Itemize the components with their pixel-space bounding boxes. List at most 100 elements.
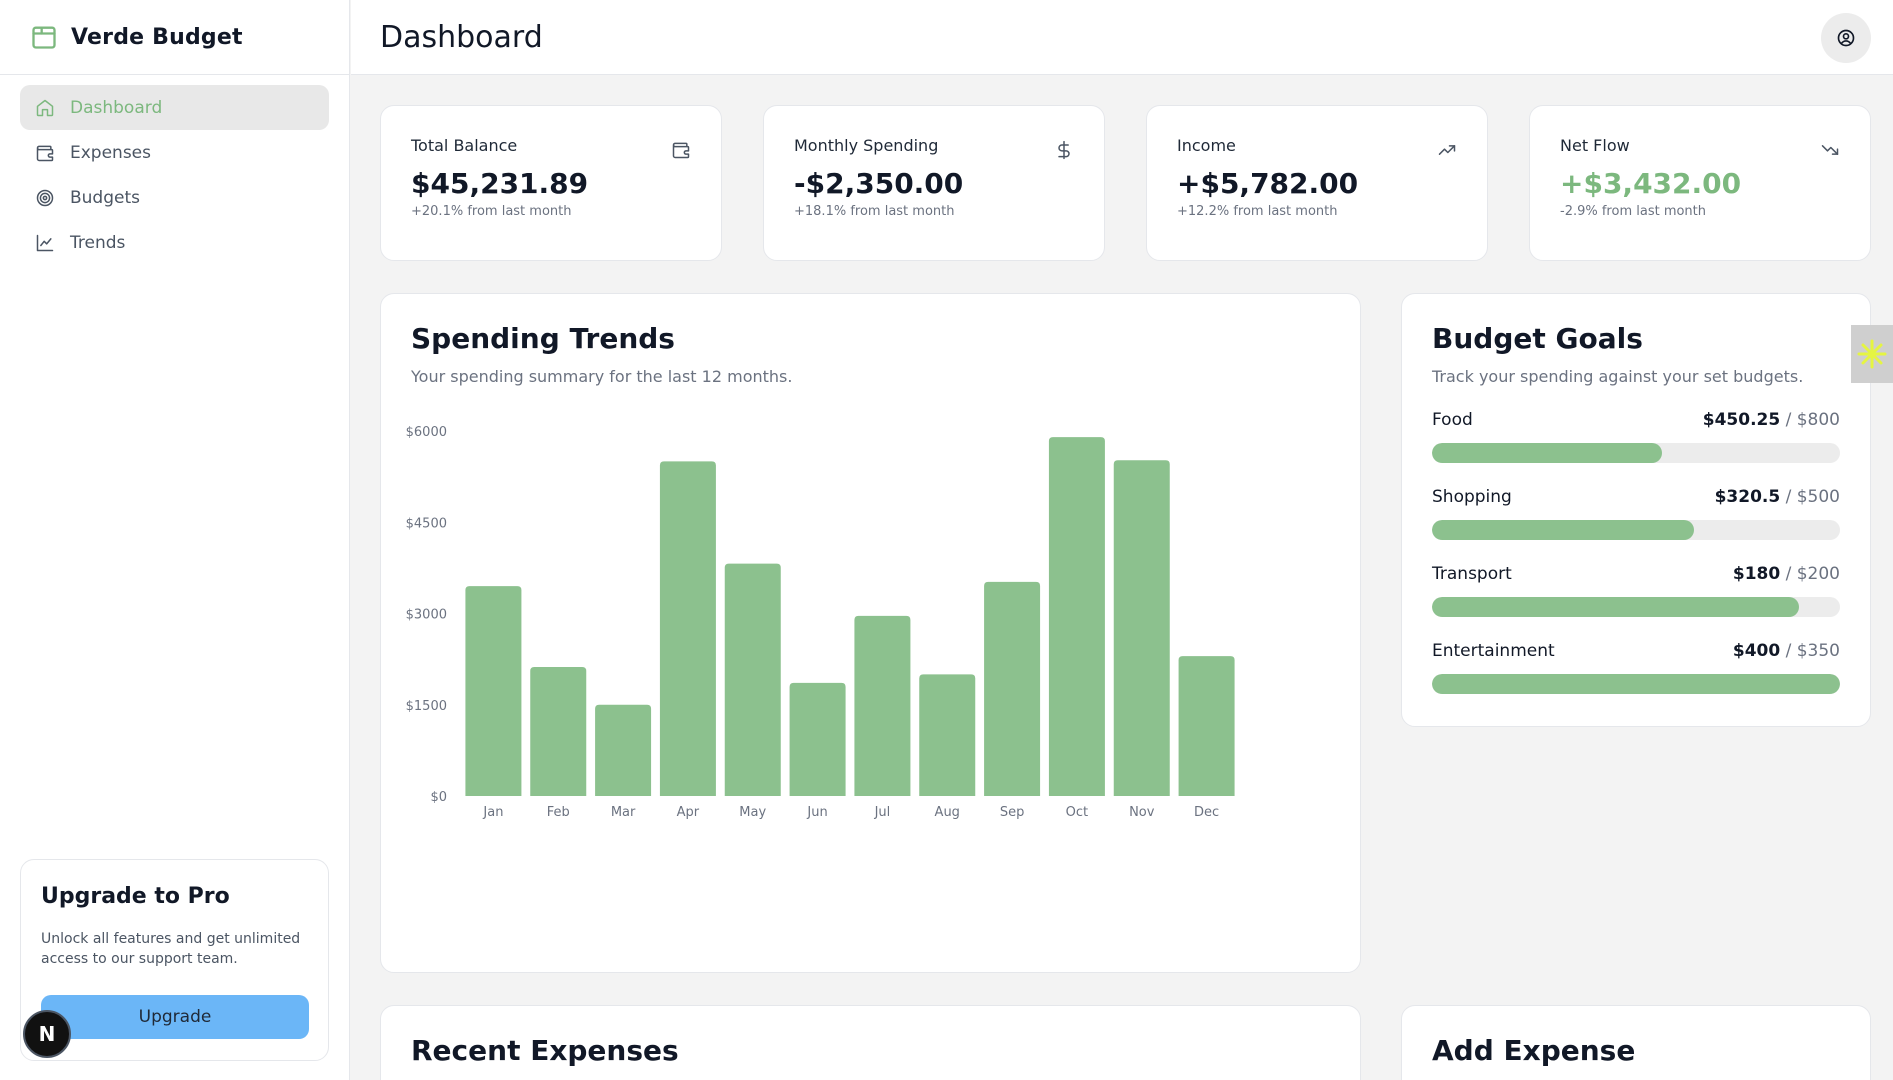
stat-card-total-balance: Total Balance $45,231.89 +20.1% from las…	[380, 105, 722, 261]
upgrade-description: Unlock all features and get unlimited ac…	[41, 931, 301, 967]
x-tick-label: Oct	[1066, 805, 1088, 820]
stat-card-net-flow: Net Flow +$3,432.00 -2.9% from last mont…	[1529, 105, 1871, 261]
x-tick-label: Dec	[1194, 805, 1219, 820]
x-tick-label: Jul	[874, 805, 891, 820]
chart-bar-mar[interactable]	[595, 704, 652, 796]
upgrade-button[interactable]: Upgrade	[41, 995, 309, 1039]
chart-bar-feb[interactable]	[530, 667, 587, 796]
goal-spent: $320.5	[1714, 487, 1781, 507]
chart-bar-may[interactable]	[724, 563, 781, 796]
package-icon	[32, 26, 56, 49]
y-tick-label: $0	[430, 790, 447, 805]
x-tick-label: Jun	[806, 805, 827, 820]
brand-name: Verde Budget	[71, 24, 243, 50]
chart-bar-jul[interactable]	[854, 615, 911, 796]
trending-up-icon	[1438, 145, 1456, 155]
spending-trends-panel: Spending Trends Your spending summary fo…	[380, 293, 1361, 973]
goal-name: Shopping	[1432, 487, 1512, 507]
stat-value: $45,231.89	[411, 167, 589, 200]
x-tick-label: Sep	[1000, 805, 1025, 820]
goal-limit: / $350	[1780, 641, 1840, 661]
sidebar-item-label: Expenses	[70, 142, 151, 163]
goal-progress-track	[1432, 597, 1840, 617]
goal-row-transport: Transport $180 / $200	[1432, 564, 1840, 617]
add-expense-panel: Add Expense	[1401, 1005, 1871, 1080]
goal-spent: $450.25	[1702, 410, 1781, 430]
sidebar-item-label: Dashboard	[70, 97, 163, 118]
sidebar-item-label: Budgets	[70, 187, 141, 208]
dev-badge[interactable]: N	[23, 1010, 71, 1058]
stat-value: +$5,782.00	[1177, 167, 1359, 200]
page-title: Dashboard	[380, 19, 543, 55]
goal-row-entertainment: Entertainment $400 / $350	[1432, 641, 1840, 694]
y-tick-label: $3000	[406, 608, 447, 623]
sidebar-item-dashboard[interactable]: Dashboard	[20, 85, 329, 130]
goal-name: Food	[1432, 410, 1473, 430]
sidebar-item-trends[interactable]: Trends	[20, 220, 329, 265]
home-icon	[36, 99, 54, 116]
panel-title: Recent Expenses	[411, 1034, 679, 1067]
stat-label: Total Balance	[411, 136, 518, 155]
goal-progress-fill	[1432, 674, 1840, 694]
stat-card-monthly-spending: Monthly Spending -$2,350.00 +18.1% from …	[763, 105, 1105, 261]
x-tick-label: Aug	[935, 805, 960, 820]
chart-bar-nov[interactable]	[1113, 460, 1170, 796]
stat-change: +12.2% from last month	[1177, 204, 1338, 219]
chart-bar-oct[interactable]	[1048, 437, 1105, 796]
sparkle-icon	[1857, 339, 1887, 369]
goal-progress-track	[1432, 520, 1840, 540]
user-menu-button[interactable]	[1821, 13, 1871, 63]
trending-down-icon	[1821, 145, 1839, 155]
sidebar-item-expenses[interactable]: Expenses	[20, 130, 329, 175]
goal-progress-fill	[1432, 443, 1662, 463]
chart-bar-sep[interactable]	[984, 581, 1041, 796]
x-tick-label: Nov	[1129, 805, 1155, 820]
y-tick-label: $1500	[406, 699, 447, 714]
y-tick-label: $6000	[406, 425, 447, 440]
goal-spent: $400	[1732, 641, 1781, 661]
x-tick-label: Jan	[482, 805, 503, 820]
stat-change: +18.1% from last month	[794, 204, 955, 219]
stat-value: -$2,350.00	[794, 167, 964, 200]
dollar-icon	[1058, 140, 1070, 160]
goal-amount: $450.25 / $800	[1703, 410, 1840, 430]
chart-bar-jun[interactable]	[789, 682, 846, 796]
wallet-icon	[36, 145, 54, 161]
goal-progress-fill	[1432, 520, 1694, 540]
goal-name: Entertainment	[1432, 641, 1555, 661]
panel-title: Budget Goals	[1432, 322, 1643, 355]
stat-change: +20.1% from last month	[411, 204, 572, 219]
chart-bar-jan[interactable]	[465, 586, 522, 796]
goal-limit: / $200	[1780, 564, 1840, 584]
chart-bar-dec[interactable]	[1178, 656, 1235, 796]
goal-name: Transport	[1432, 564, 1512, 584]
goal-progress-track	[1432, 674, 1840, 694]
goal-limit: / $500	[1780, 487, 1840, 507]
brand[interactable]: Verde Budget	[0, 0, 349, 75]
sidebar: Verde Budget Dashboard Expenses Budgets …	[0, 0, 350, 1080]
goal-amount: $320.5 / $500	[1715, 487, 1840, 507]
panel-subtitle: Track your spending against your set bud…	[1432, 367, 1804, 386]
user-circle-icon	[1837, 29, 1855, 47]
stat-change: -2.9% from last month	[1560, 204, 1707, 219]
goal-row-shopping: Shopping $320.5 / $500	[1432, 487, 1840, 540]
line-chart-icon	[36, 234, 54, 251]
target-icon	[36, 189, 54, 206]
stat-label: Income	[1177, 136, 1236, 155]
chart-bar-aug[interactable]	[919, 674, 976, 796]
stat-value: +$3,432.00	[1560, 167, 1742, 200]
y-tick-label: $4500	[406, 516, 447, 531]
sidebar-nav: Dashboard Expenses Budgets Trends	[0, 75, 349, 275]
x-tick-label: Feb	[547, 805, 570, 820]
upgrade-title: Upgrade to Pro	[41, 884, 230, 909]
goal-row-food: Food $450.25 / $800	[1432, 410, 1840, 463]
goal-progress-fill	[1432, 597, 1800, 617]
feedback-widget-handle[interactable]	[1851, 325, 1893, 383]
stat-label: Monthly Spending	[794, 136, 939, 155]
goal-spent: $180	[1732, 564, 1781, 584]
x-tick-label: Apr	[677, 805, 700, 820]
sidebar-item-budgets[interactable]: Budgets	[20, 175, 329, 220]
recent-expenses-panel: Recent Expenses	[380, 1005, 1361, 1080]
chart-bar-apr[interactable]	[659, 461, 716, 796]
spending-bar-chart: $0 $1500 $3000 $4500 $6000 Jan Feb Mar Apr May Jun…	[406, 425, 1235, 820]
